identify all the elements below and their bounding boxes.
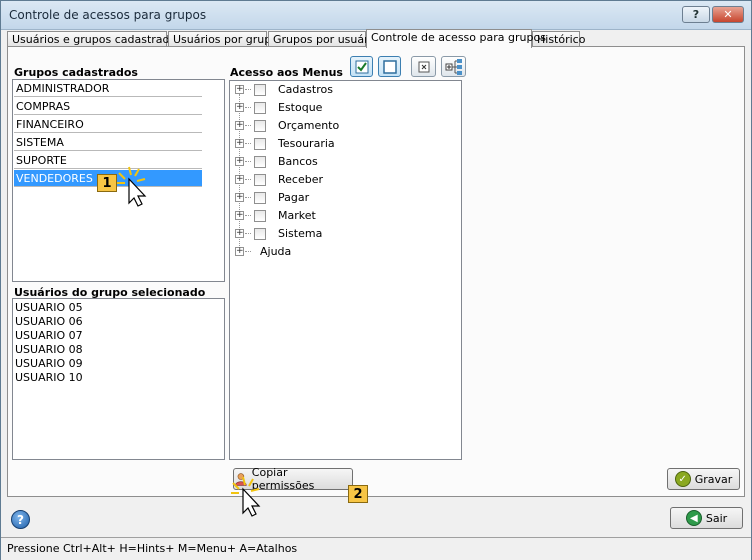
tree-item-ajuda[interactable]: + Ajuda xyxy=(230,243,460,261)
tree-connector xyxy=(245,179,251,180)
menu-checkbox[interactable] xyxy=(254,192,266,204)
tree-item-bancos[interactable]: + Bancos xyxy=(230,153,460,171)
tree-item-tesouraria[interactable]: + Tesouraria xyxy=(230,135,460,153)
tree-item-label: Cadastros xyxy=(278,83,333,96)
tree-item-market[interactable]: + Market xyxy=(230,207,460,225)
collapse-all-button[interactable] xyxy=(411,56,436,77)
tab-grupos-por-usuario[interactable]: Grupos por usuário xyxy=(268,31,378,47)
tree-item-label: Ajuda xyxy=(260,245,292,258)
group-item-compras[interactable]: COMPRAS xyxy=(14,98,202,115)
expand-icon[interactable]: + xyxy=(235,103,244,112)
expand-icon[interactable]: + xyxy=(235,247,244,256)
menu-tree[interactable]: + Cadastros + Estoque + Orçamento + Teso… xyxy=(229,80,462,460)
click-cursor-icon xyxy=(117,166,147,207)
group-item-administrador[interactable]: ADMINISTRADOR xyxy=(14,80,202,97)
close-button[interactable]: ✕ xyxy=(712,6,744,23)
expand-icon[interactable]: + xyxy=(235,193,244,202)
expand-icon[interactable]: + xyxy=(235,157,244,166)
check-all-button[interactable] xyxy=(350,56,373,77)
expand-icon[interactable]: + xyxy=(235,175,244,184)
expand-icon[interactable]: + xyxy=(235,211,244,220)
tree-connector xyxy=(245,89,251,90)
user-item[interactable]: USUARIO 08 xyxy=(15,343,83,357)
checkbox-checked-icon xyxy=(355,60,368,73)
user-item[interactable]: USUARIO 05 xyxy=(15,301,83,315)
menu-checkbox[interactable] xyxy=(254,138,266,150)
tree-item-label: Tesouraria xyxy=(278,137,335,150)
expand-icon[interactable]: + xyxy=(235,229,244,238)
expand-icon[interactable]: + xyxy=(235,121,244,130)
tree-item-label: Market xyxy=(278,209,316,222)
tab-controle-acesso[interactable]: Controle de acesso para grupos xyxy=(366,29,546,48)
tree-item-label: Orçamento xyxy=(278,119,340,132)
checkbox-empty-icon xyxy=(382,59,397,74)
expand-icon[interactable]: + xyxy=(235,139,244,148)
user-item[interactable]: USUARIO 06 xyxy=(15,315,83,329)
expand-icon[interactable]: + xyxy=(235,85,244,94)
groups-label: Grupos cadastrados xyxy=(14,66,138,79)
click-cursor-icon xyxy=(231,476,261,517)
tree-item-pagar[interactable]: + Pagar xyxy=(230,189,460,207)
tree-connector xyxy=(245,251,251,252)
tree-item-label: Pagar xyxy=(278,191,310,204)
tree-connector xyxy=(245,233,251,234)
uncheck-all-button[interactable] xyxy=(378,56,401,77)
exit-label: Sair xyxy=(705,511,728,525)
tab-usuarios-grupos[interactable]: Usuários e grupos cadastrados xyxy=(7,31,182,47)
tree-item-label: Receber xyxy=(278,173,324,186)
menu-checkbox[interactable] xyxy=(254,84,266,96)
tree-expand-icon xyxy=(445,58,462,75)
menu-checkbox[interactable] xyxy=(254,228,266,240)
tree-item-estoque[interactable]: + Estoque xyxy=(230,99,460,117)
menu-checkbox[interactable] xyxy=(254,102,266,114)
tab-usuarios-por-grupo[interactable]: Usuários por grupo xyxy=(168,31,278,47)
menu-checkbox[interactable] xyxy=(254,210,266,222)
save-button[interactable]: ✓ Gravar xyxy=(667,468,740,490)
tree-connector xyxy=(245,197,251,198)
user-item[interactable]: USUARIO 07 xyxy=(15,329,83,343)
help-button[interactable]: ? xyxy=(682,6,710,23)
window-title: Controle de acessos para grupos xyxy=(9,8,207,22)
tree-item-label: Sistema xyxy=(278,227,323,240)
callout-badge-2: 2 xyxy=(348,485,368,503)
tree-connector xyxy=(245,125,251,126)
group-item-suporte[interactable]: SUPORTE xyxy=(14,152,202,169)
tree-item-sistema[interactable]: + Sistema xyxy=(230,225,460,243)
user-item[interactable]: USUARIO 09 xyxy=(15,357,83,371)
callout-badge-1: 1 xyxy=(97,174,117,192)
tree-item-orcamento[interactable]: + Orçamento xyxy=(230,117,460,135)
menu-checkbox[interactable] xyxy=(254,174,266,186)
users-list[interactable]: USUARIO 05 USUARIO 06 USUARIO 07 USUARIO… xyxy=(12,298,225,460)
tree-item-label: Bancos xyxy=(278,155,318,168)
menu-checkbox[interactable] xyxy=(254,120,266,132)
tree-connector xyxy=(245,143,251,144)
expand-all-button[interactable] xyxy=(441,56,466,77)
exit-button[interactable]: ◀ Sair xyxy=(670,507,743,529)
status-bar: Pressione Ctrl+Alt+ H=Hints+ M=Menu+ A=A… xyxy=(1,537,751,560)
tree-item-receber[interactable]: + Receber xyxy=(230,171,460,189)
tree-item-cadastros[interactable]: + Cadastros xyxy=(230,81,460,99)
user-item[interactable]: USUARIO 10 xyxy=(15,371,83,385)
menu-checkbox[interactable] xyxy=(254,156,266,168)
title-bar: Controle de acessos para grupos ? ✕ xyxy=(1,1,751,30)
main-window: Controle de acessos para grupos ? ✕ Usuá… xyxy=(0,0,752,560)
collapse-icon xyxy=(418,61,429,72)
group-item-financeiro[interactable]: FINANCEIRO xyxy=(14,116,202,133)
tree-connector xyxy=(245,215,251,216)
check-circle-icon: ✓ xyxy=(674,471,691,487)
tree-item-label: Estoque xyxy=(278,101,323,114)
save-label: Gravar xyxy=(694,472,733,486)
help-circle-icon[interactable]: ? xyxy=(11,510,30,529)
status-text: Pressione Ctrl+Alt+ H=Hints+ M=Menu+ A=A… xyxy=(7,542,298,555)
tree-connector xyxy=(245,107,251,108)
back-arrow-icon: ◀ xyxy=(685,510,702,526)
menu-access-label: Acesso aos Menus xyxy=(230,66,343,79)
group-item-sistema[interactable]: SISTEMA xyxy=(14,134,202,151)
tree-connector xyxy=(245,161,251,162)
